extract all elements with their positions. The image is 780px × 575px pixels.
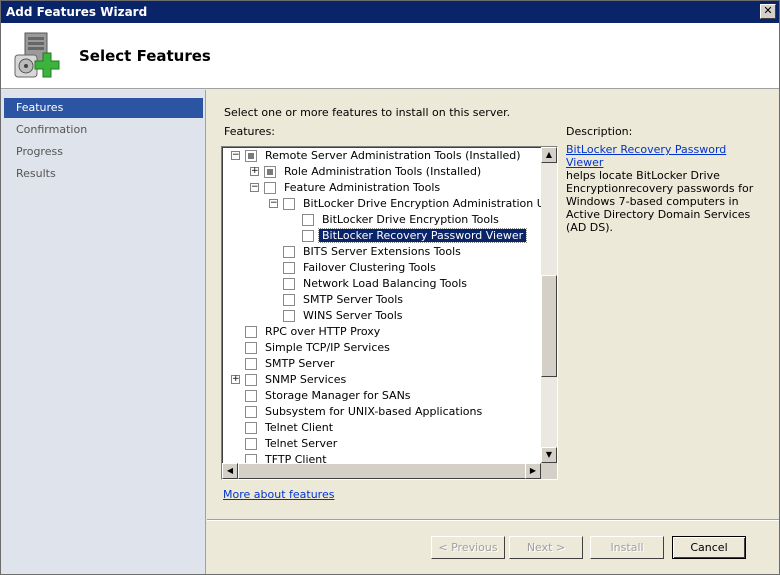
hscroll-thumb[interactable] <box>238 463 526 479</box>
feature-label[interactable]: Subsystem for UNIX-based Applications <box>265 405 482 418</box>
scroll-corner <box>541 463 557 479</box>
collapse-icon[interactable]: − <box>231 151 240 160</box>
feature-label[interactable]: RPC over HTTP Proxy <box>265 325 380 338</box>
tree-item[interactable]: Telnet Client <box>222 420 542 436</box>
feature-checkbox[interactable] <box>283 278 295 290</box>
feature-label[interactable]: BITS Server Extensions Tools <box>303 245 461 258</box>
cancel-button[interactable]: Cancel <box>672 536 746 559</box>
feature-checkbox[interactable] <box>283 198 295 210</box>
feature-checkbox[interactable] <box>283 310 295 322</box>
feature-label[interactable]: BitLocker Recovery Password Viewer <box>317 228 528 243</box>
description-text: helps locate BitLocker Drive Encryptionr… <box>566 169 754 234</box>
tree-item[interactable]: Network Load Balancing Tools <box>222 276 542 292</box>
scroll-right-icon[interactable]: ▶ <box>525 463 541 479</box>
feature-checkbox[interactable] <box>264 166 276 178</box>
feature-label[interactable]: SMTP Server <box>265 357 334 370</box>
expand-icon[interactable]: + <box>231 375 240 384</box>
tree-item[interactable]: Simple TCP/IP Services <box>222 340 542 356</box>
previous-button[interactable]: < Previous <box>431 536 505 559</box>
scroll-left-icon[interactable]: ◀ <box>222 463 238 479</box>
features-label: Features: <box>224 125 276 138</box>
tree-item[interactable]: − Feature Administration Tools <box>222 180 542 196</box>
window-title: Add Features Wizard <box>6 5 148 19</box>
tree-item[interactable]: SMTP Server Tools <box>222 292 542 308</box>
tree-item[interactable]: − Remote Server Administration Tools (Ins… <box>222 148 542 164</box>
collapse-icon[interactable]: − <box>250 183 259 192</box>
tree-item[interactable]: BITS Server Extensions Tools <box>222 244 542 260</box>
title-bar[interactable]: Add Features Wizard ✕ <box>1 1 779 23</box>
feature-checkbox[interactable] <box>245 422 257 434</box>
nav-item-results[interactable]: Results <box>4 164 203 184</box>
feature-checkbox[interactable] <box>245 390 257 402</box>
tree-item[interactable]: Telnet Server <box>222 436 542 452</box>
horizontal-scrollbar[interactable]: ◀ ▶ <box>222 463 541 479</box>
feature-checkbox[interactable] <box>283 246 295 258</box>
feature-label[interactable]: Network Load Balancing Tools <box>303 277 467 290</box>
feature-checkbox[interactable] <box>245 438 257 450</box>
next-button[interactable]: Next > <box>509 536 583 559</box>
features-tree[interactable]: − Remote Server Administration Tools (Ins… <box>221 146 558 480</box>
close-icon[interactable]: ✕ <box>760 4 776 19</box>
expand-icon[interactable]: + <box>250 167 259 176</box>
feature-checkbox[interactable] <box>283 294 295 306</box>
feature-label[interactable]: BitLocker Drive Encryption Tools <box>322 213 499 226</box>
description-link[interactable]: BitLocker Recovery Password Viewer <box>566 143 726 169</box>
feature-checkbox[interactable] <box>245 406 257 418</box>
nav-item-features[interactable]: Features <box>4 98 203 118</box>
description-label: Description: <box>566 125 633 138</box>
nav-item-confirmation[interactable]: Confirmation <box>4 120 203 140</box>
feature-label[interactable]: Telnet Client <box>265 421 333 434</box>
tree-item[interactable]: Subsystem for UNIX-based Applications <box>222 404 542 420</box>
tree-item[interactable]: RPC over HTTP Proxy <box>222 324 542 340</box>
feature-label[interactable]: Role Administration Tools (Installed) <box>284 165 481 178</box>
feature-label[interactable]: Failover Clustering Tools <box>303 261 436 274</box>
feature-checkbox[interactable] <box>302 214 314 226</box>
feature-checkbox[interactable] <box>245 342 257 354</box>
tree-item[interactable]: + Role Administration Tools (Installed) <box>222 164 542 180</box>
wizard-window: Add Features Wizard ✕ Select Features Fe… <box>0 0 780 575</box>
feature-label[interactable]: Simple TCP/IP Services <box>265 341 390 354</box>
feature-checkbox[interactable] <box>245 374 257 386</box>
feature-label[interactable]: Storage Manager for SANs <box>265 389 411 402</box>
wizard-nav: Features Confirmation Progress Results <box>1 90 206 574</box>
scroll-up-icon[interactable]: ▲ <box>541 147 557 163</box>
feature-checkbox[interactable] <box>245 358 257 370</box>
feature-label[interactable]: SMTP Server Tools <box>303 293 403 306</box>
server-add-icon <box>14 32 60 78</box>
feature-checkbox[interactable] <box>264 182 276 194</box>
tree-item[interactable]: BitLocker Drive Encryption Tools <box>222 212 542 228</box>
wizard-header: Select Features <box>1 23 779 89</box>
tree-item[interactable]: Storage Manager for SANs <box>222 388 542 404</box>
feature-label[interactable]: WINS Server Tools <box>303 309 403 322</box>
instruction-text: Select one or more features to install o… <box>224 106 511 119</box>
description-panel: BitLocker Recovery Password Viewer helps… <box>566 143 766 234</box>
tree-item[interactable]: + SNMP Services <box>222 372 542 388</box>
feature-checkbox[interactable] <box>245 326 257 338</box>
scroll-thumb[interactable] <box>541 275 557 377</box>
vertical-scrollbar[interactable]: ▲ ▼ <box>541 147 557 463</box>
nav-item-progress[interactable]: Progress <box>4 142 203 162</box>
feature-label[interactable]: Remote Server Administration Tools (Inst… <box>265 149 521 162</box>
feature-label[interactable]: Feature Administration Tools <box>284 181 440 194</box>
tree-item[interactable]: BitLocker Recovery Password Viewer <box>222 228 542 244</box>
tree-item[interactable]: WINS Server Tools <box>222 308 542 324</box>
feature-label[interactable]: Telnet Server <box>265 437 337 450</box>
tree-item[interactable]: − BitLocker Drive Encryption Administrati… <box>222 196 557 212</box>
tree-item[interactable]: SMTP Server <box>222 356 542 372</box>
page-title: Select Features <box>79 47 211 65</box>
feature-checkbox[interactable] <box>245 150 257 162</box>
install-button[interactable]: Install <box>590 536 664 559</box>
feature-label[interactable]: SNMP Services <box>265 373 346 386</box>
feature-checkbox[interactable] <box>283 262 295 274</box>
feature-label[interactable]: BitLocker Drive Encryption Administratio… <box>303 197 557 210</box>
tree-item[interactable]: Failover Clustering Tools <box>222 260 542 276</box>
collapse-icon[interactable]: − <box>269 199 278 208</box>
scroll-down-icon[interactable]: ▼ <box>541 447 557 463</box>
feature-checkbox[interactable] <box>302 230 314 242</box>
more-about-features-link[interactable]: More about features <box>223 488 334 501</box>
footer-divider <box>207 519 779 521</box>
